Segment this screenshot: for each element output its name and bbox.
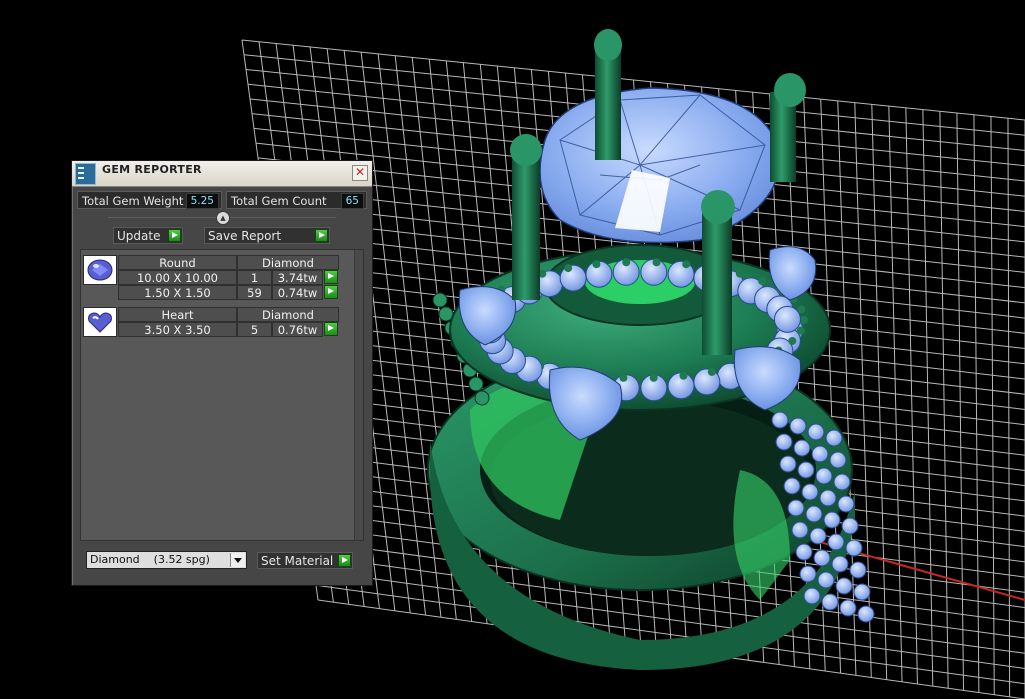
- row-select-arrow-icon[interactable]: [324, 322, 338, 336]
- total-gem-weight: Total Gem Weight 5.25: [77, 191, 222, 209]
- gem-count-cell: 1: [237, 270, 272, 285]
- update-label: Update: [117, 229, 161, 243]
- gem-shape-cell: Round: [118, 255, 237, 270]
- gem-size-cell: 1.50 X 1.50: [118, 285, 237, 300]
- gem-material-cell: Diamond: [237, 255, 339, 270]
- gem-weight-cell: 3.74tw: [272, 270, 323, 285]
- panel-titlebar[interactable]: GEM REPORTER ✕: [72, 161, 372, 187]
- heart-gem-icon: [83, 307, 117, 337]
- material-dropdown-value: Diamond (3.52 spg): [90, 553, 210, 566]
- gem-list[interactable]: Round Diamond 10.00 X 10.00 1 3.74tw 1.5…: [80, 249, 364, 541]
- gem-size-cell: 3.50 X 3.50: [118, 322, 237, 337]
- play-arrow-icon: [338, 554, 351, 567]
- panel-title: GEM REPORTER: [102, 163, 202, 176]
- set-material-label: Set Material: [261, 554, 334, 568]
- row-select-arrow-icon[interactable]: [324, 270, 338, 284]
- gem-weight-cell: 0.76tw: [272, 322, 323, 337]
- gem-shape-cell: Heart: [118, 307, 237, 322]
- play-arrow-icon: [168, 229, 181, 242]
- close-button[interactable]: ✕: [352, 165, 368, 181]
- total-gem-count-label: Total Gem Count: [231, 194, 327, 208]
- total-gem-weight-label: Total Gem Weight: [82, 194, 184, 208]
- material-dropdown[interactable]: Diamond (3.52 spg): [86, 551, 247, 569]
- set-material-button[interactable]: Set Material: [257, 552, 353, 569]
- total-gem-weight-value: 5.25: [185, 193, 219, 209]
- play-arrow-icon: [315, 229, 328, 242]
- gem-weight-cell: 0.74tw: [272, 285, 323, 300]
- gem-count-cell: 59: [237, 285, 272, 300]
- chevron-down-icon[interactable]: [230, 553, 245, 567]
- total-gem-count-value: 65: [340, 193, 364, 209]
- save-report-label: Save Report: [208, 229, 282, 243]
- collapse-toggle-icon[interactable]: ▲: [216, 211, 230, 225]
- gem-material-cell: Diamond: [237, 307, 339, 322]
- row-select-arrow-icon[interactable]: [324, 285, 338, 299]
- total-gem-count: Total Gem Count 65: [226, 191, 367, 209]
- gem-reporter-panel: GEM REPORTER ✕ Total Gem Weight 5.25 Tot…: [71, 160, 373, 586]
- update-button[interactable]: Update: [113, 227, 183, 244]
- gem-size-cell: 10.00 X 10.00: [118, 270, 237, 285]
- gem-count-cell: 5: [237, 322, 272, 337]
- list-scrollbar[interactable]: [354, 250, 363, 540]
- round-gem-icon: [83, 255, 117, 285]
- gem-reporter-icon: [75, 163, 96, 185]
- save-report-button[interactable]: Save Report: [204, 227, 330, 244]
